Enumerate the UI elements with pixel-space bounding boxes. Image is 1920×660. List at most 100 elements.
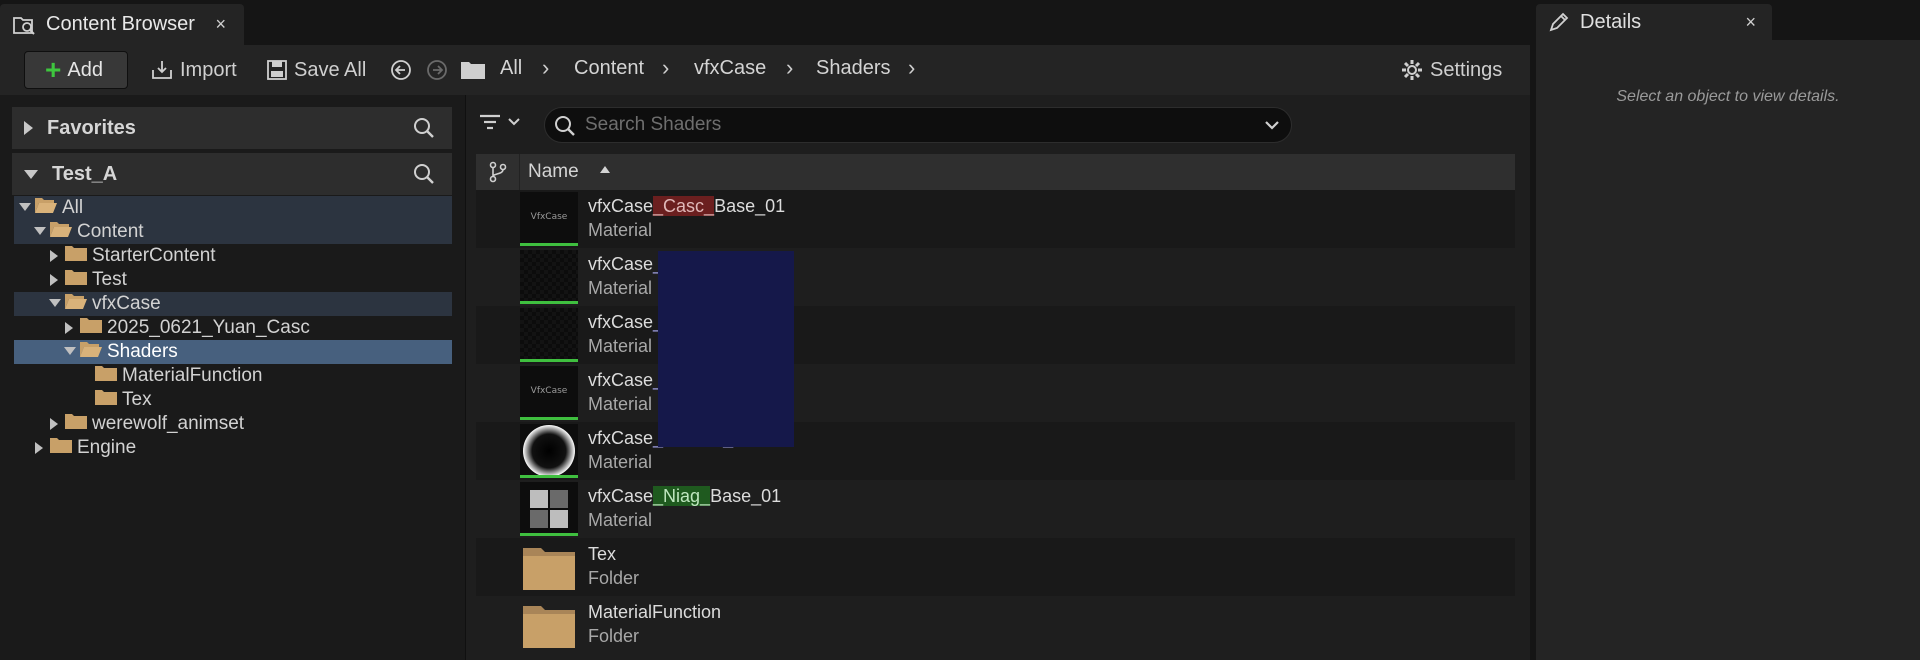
toolbar: + Add Import Save All All › Content › vf… [0,45,1530,95]
close-tab-icon[interactable]: × [1745,12,1756,33]
project-header[interactable]: Test_A [12,153,452,195]
breadcrumb-chevron-icon[interactable]: › [542,55,549,81]
breadcrumb-vfxcase[interactable]: vfxCase [694,57,766,80]
forward-arrow-icon[interactable] [426,59,448,81]
source-control-column[interactable] [476,154,520,190]
tree-item-label: werewolf_animset [92,413,245,434]
tree-item[interactable]: 2025_0621_Yuan_Casc [14,316,452,340]
material-thumbnail [520,250,578,304]
tree-item-label: Tex [122,389,152,410]
asset-name-prefix: vfxCase [588,370,654,390]
collapsed-arrow-icon[interactable] [48,274,62,286]
breadcrumb-shaders[interactable]: Shaders [816,57,891,80]
breadcrumb-all[interactable]: All [500,57,522,80]
tree-item[interactable]: Test [14,268,452,292]
content-browser-icon [13,16,35,35]
tab-details[interactable]: Details × [1536,4,1772,40]
asset-type: Material [588,510,653,530]
expanded-arrow-icon[interactable] [63,347,77,357]
asset-row[interactable]: MaterialFunction Folder [476,596,1515,654]
filter-button[interactable] [478,111,522,133]
tree-item[interactable]: Content [14,220,452,244]
tree-item[interactable]: StarterContent [14,244,452,268]
tree-item-label: Test [92,269,127,290]
tree-item[interactable]: Tex [14,388,452,412]
asset-type-color-bar [520,243,578,246]
tab-content-browser[interactable]: Content Browser × [0,4,244,45]
asset-name-prefix: Tex [588,544,617,564]
asset-type: Folder [588,568,640,588]
settings-button-label: Settings [1430,58,1503,81]
plus-icon: + [45,54,62,85]
material-thumbnail [520,308,578,362]
back-arrow-icon[interactable] [390,59,412,81]
tree-item[interactable]: MaterialFunction [14,364,452,388]
tree-item-label: StarterContent [92,245,216,266]
search-icon[interactable] [412,162,436,186]
asset-row[interactable]: vfxCase_Niag_Base_01 Material [476,480,1515,538]
tree-item-label: All [62,197,84,218]
tree-item[interactable]: All [14,196,452,220]
material-thumbnail [520,424,578,478]
tree-item-label: Engine [77,437,137,458]
asset-row[interactable]: vfxCase_Fresnel_01Material [476,422,1515,480]
search-icon[interactable] [412,116,436,140]
breadcrumb-chevron-icon[interactable]: › [786,55,793,81]
save-all-button[interactable]: Save All [266,51,366,89]
asset-row[interactable]: VfxCasevfxCase_FlipBook_01Material [476,364,1515,422]
settings-button[interactable]: Settings [1400,51,1502,89]
tree-item[interactable]: Shaders [14,340,452,364]
expanded-arrow-icon[interactable] [33,227,47,237]
material-thumbnail: VfxCase [520,192,578,246]
breadcrumb-content[interactable]: Content [574,57,644,80]
expanded-arrow-icon[interactable] [48,299,62,309]
tree-item[interactable]: Engine [14,436,452,460]
asset-type-color-bar [520,475,578,478]
breadcrumb-chevron-icon[interactable]: › [908,55,915,81]
sort-ascending-icon[interactable] [600,166,610,173]
asset-type: Folder [588,626,640,646]
asset-row[interactable]: Tex Folder [476,538,1515,596]
asset-type: Material [588,394,653,414]
asset-name-prefix: vfxCase [588,196,654,216]
material-thumbnail [520,482,578,536]
collapsed-arrow-icon[interactable] [63,322,77,334]
folder-icon [94,387,118,413]
asset-name-highlight: _Niag_ [653,486,711,506]
breadcrumb-chevron-icon[interactable]: › [662,55,669,81]
tree-item[interactable]: vfxCase [14,292,452,316]
collapsed-arrow-icon[interactable] [48,250,62,262]
thumbnail-text: VfxCase [530,212,568,222]
expanded-arrow-icon[interactable] [18,203,32,213]
details-title: Details [1580,10,1642,33]
close-tab-icon[interactable]: × [215,14,226,35]
asset-type: Material [588,278,653,298]
name-column-header[interactable]: Name [528,161,579,183]
details-empty-message: Select an object to view details. [1616,88,1840,105]
import-button[interactable]: Import [150,51,237,89]
add-button-label: Add [67,58,103,81]
asset-row[interactable]: VfxCase vfxCase_Casc_Base_01 Material [476,190,1515,248]
favorites-header[interactable]: Favorites [12,107,452,149]
chevron-down-icon[interactable] [1263,116,1281,134]
project-label: Test_A [52,162,118,185]
asset-type: Material [588,452,653,472]
asset-row[interactable]: vfxCase_Distor_Bill_01Material [476,248,1515,306]
collapsed-arrow-icon[interactable] [24,121,33,135]
tree-item[interactable]: werewolf_animset [14,412,452,436]
search-input[interactable]: Search Shaders [544,107,1292,143]
folder-open-icon [49,219,73,245]
collapsed-arrow-icon[interactable] [33,442,47,454]
asset-type-color-bar [520,533,578,536]
add-button[interactable]: + Add [24,51,128,89]
collapsed-arrow-icon[interactable] [48,418,62,430]
asset-row[interactable]: vfxCase_Distor_Mesh_01Material [476,306,1515,364]
folder-thumbnail-icon [520,598,578,652]
tree-item-label: Content [77,221,144,242]
expanded-arrow-icon[interactable] [24,169,38,179]
asset-name-suffix: Base_01 [714,196,786,216]
asset-type: Material [588,336,653,356]
folder-icon [49,435,73,461]
asset-type: Material [588,220,653,240]
asset-name-highlight: _Casc_ [653,196,715,216]
